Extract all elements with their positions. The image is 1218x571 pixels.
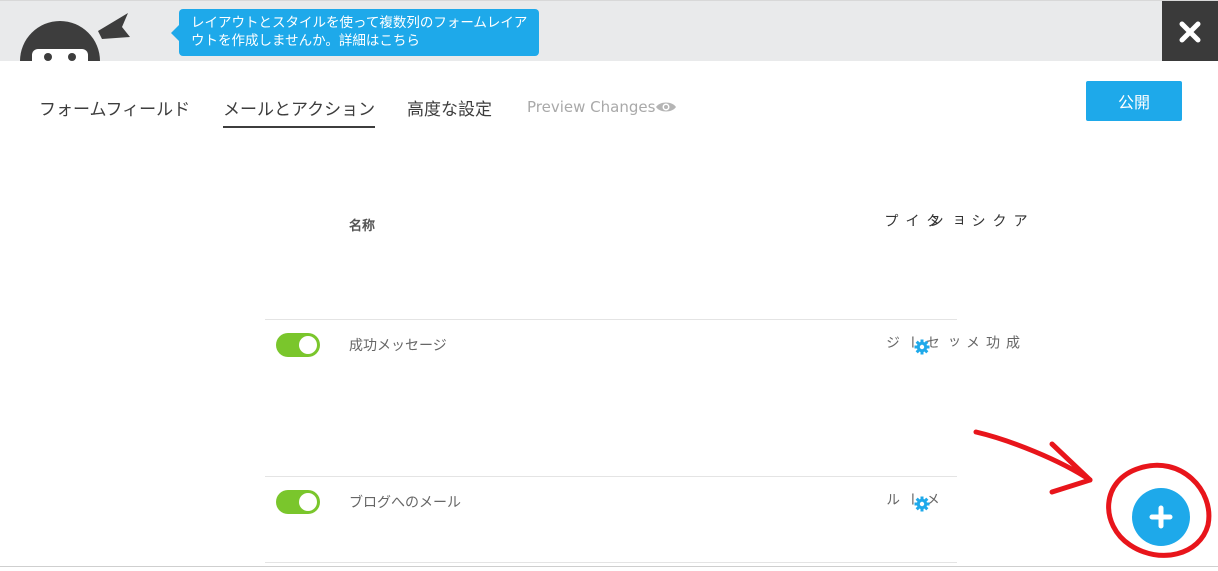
preview-changes-label: Preview Changes (527, 98, 656, 116)
row-1-type: 成功メッセージ (884, 335, 1020, 351)
ninja-logo (20, 13, 130, 61)
close-icon (1179, 21, 1201, 42)
eye-icon (656, 102, 676, 112)
publish-button[interactable]: 公開 (1086, 81, 1182, 121)
bottom-divider (0, 566, 1218, 567)
toggle-knob (299, 336, 317, 354)
column-header-action: アクション (927, 213, 1027, 229)
toggle-knob (299, 493, 317, 511)
tab-advanced[interactable]: 高度な設定 (407, 95, 492, 126)
column-header-name: 名称 (349, 219, 376, 234)
tooltip-text: レイアウトとスタイルを使って複数列のフォームレイアウトを作成しませんか。詳細はこ… (191, 15, 528, 49)
row-2-name: ブログへのメール (349, 495, 461, 511)
row-divider (265, 562, 957, 563)
tab-form-fields[interactable]: フォームフィールド (39, 95, 190, 126)
row-divider (265, 319, 957, 320)
layout-tip-tooltip[interactable]: レイアウトとスタイルを使って複数列のフォームレイアウトを作成しませんか。詳細はこ… (171, 9, 539, 56)
row-divider (265, 476, 957, 477)
red-annotation-arrow (973, 429, 1212, 558)
close-button[interactable] (1162, 1, 1218, 61)
row-1-toggle[interactable] (276, 333, 320, 357)
tab-preview-changes[interactable]: Preview Changes (527, 98, 676, 122)
tab-emails-actions[interactable]: メールとアクション (223, 95, 376, 128)
plus-icon (1149, 505, 1173, 529)
add-action-button[interactable] (1132, 488, 1190, 546)
row-2-toggle[interactable] (276, 490, 320, 514)
gear-icon[interactable] (914, 339, 930, 355)
gear-icon[interactable] (914, 496, 930, 512)
row-2-type: メール (884, 492, 940, 508)
top-banner: レイアウトとスタイルを使って複数列のフォームレイアウトを作成しませんか。詳細はこ… (0, 0, 1218, 61)
row-1-name: 成功メッセージ (349, 338, 447, 354)
